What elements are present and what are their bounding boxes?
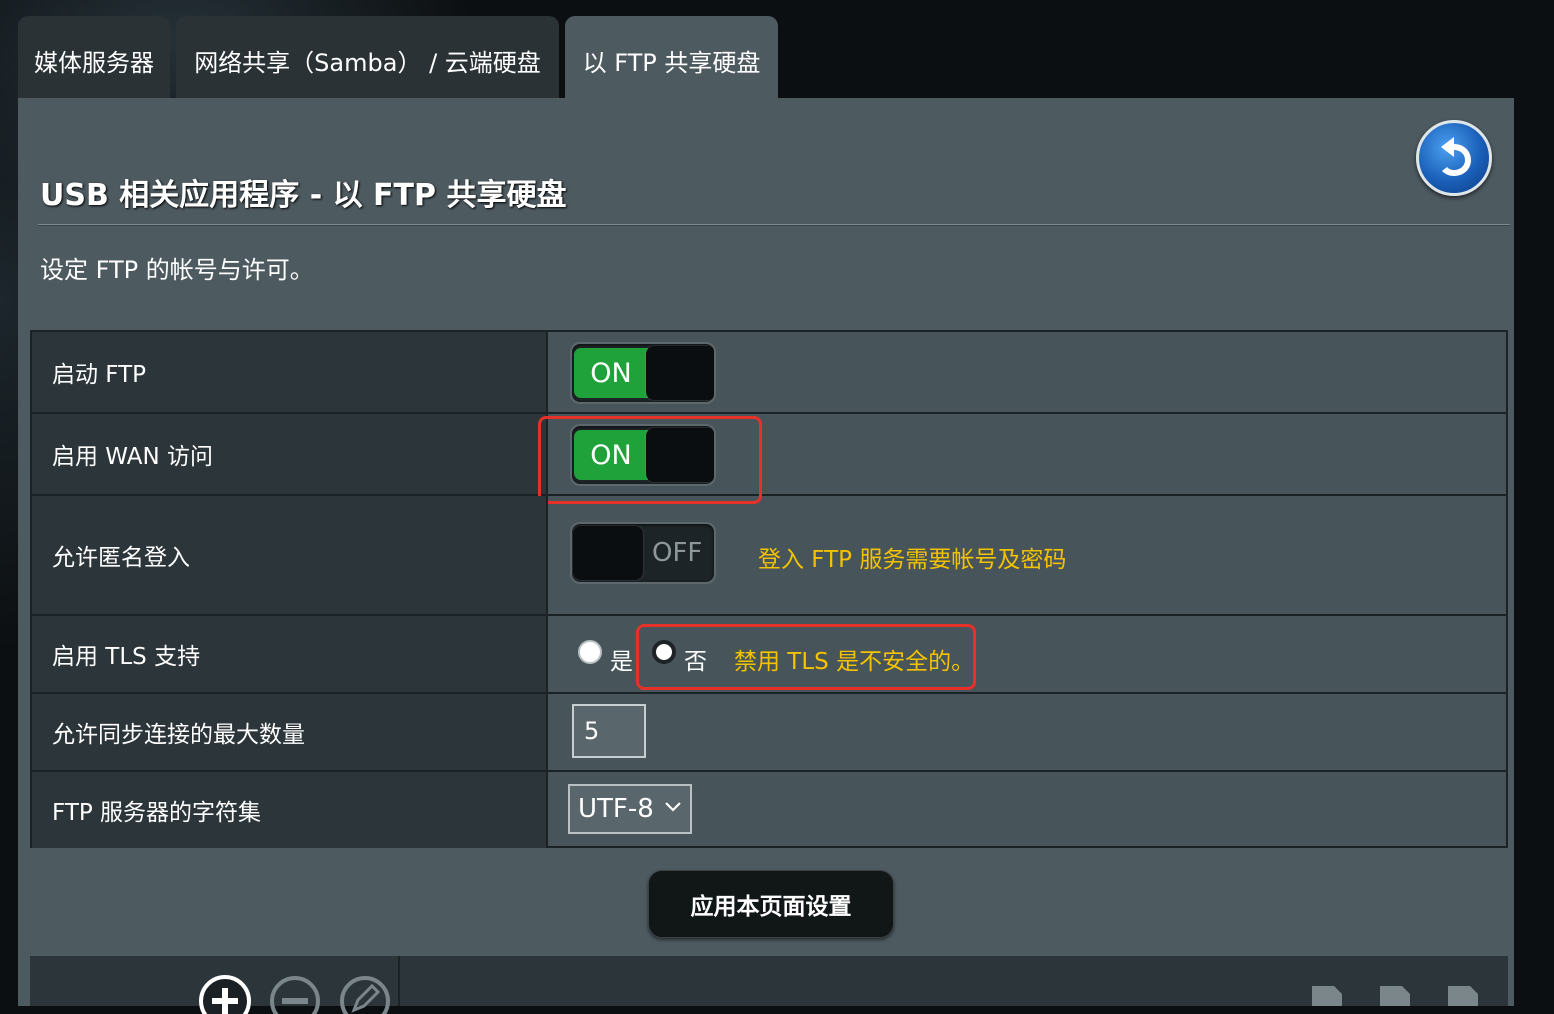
charset-select[interactable]: UTF-8 [568, 784, 692, 834]
switch-knob [573, 526, 643, 580]
enable-ftp-switch[interactable]: ON [570, 342, 716, 404]
max-connections-label: 允许同步连接的最大数量 [32, 694, 548, 770]
row-max-connections: 允许同步连接的最大数量 [32, 694, 1506, 772]
anonymous-login-switch[interactable]: OFF [570, 522, 716, 584]
enable-wan-value: ON [538, 414, 1506, 504]
title-divider [38, 224, 1510, 226]
row-tls-support: 启用 TLS 支持 是 否 禁用 TLS 是不安全的。 [32, 616, 1506, 694]
max-connections-value [548, 694, 1506, 770]
annotation-highlight-wan [538, 416, 762, 504]
toolbar-divider [398, 956, 400, 1006]
anonymous-login-hint: 登入 FTP 服务需要帐号及密码 [758, 547, 1067, 573]
switch-knob [646, 346, 714, 400]
enable-ftp-value: ON [548, 332, 1506, 412]
add-account-icon[interactable] [198, 974, 252, 1014]
tls-yes-label: 是 [610, 649, 633, 675]
charset-selected-value: UTF-8 [578, 794, 654, 824]
chevron-down-icon [665, 802, 681, 812]
tls-yes-radio[interactable] [578, 640, 602, 664]
account-toolbar [30, 956, 1508, 1014]
charset-value: UTF-8 [548, 772, 1506, 848]
annotation-highlight-tls [636, 624, 976, 690]
row-anonymous-login: 允许匿名登入 OFF 登入 FTP 服务需要帐号及密码 [32, 496, 1506, 616]
enable-wan-label: 启用 WAN 访问 [32, 414, 548, 494]
tab-samba-cloud-disk[interactable]: 网络共享（Samba） / 云端硬盘 [176, 16, 559, 98]
back-button[interactable] [1416, 120, 1492, 196]
row-enable-wan: 启用 WAN 访问 ON [32, 414, 1506, 504]
apply-settings-button[interactable]: 应用本页面设置 [648, 870, 894, 938]
tab-media-server[interactable]: 媒体服务器 [18, 16, 170, 98]
edit-folder-icon[interactable] [1444, 982, 1484, 1006]
row-charset: FTP 服务器的字符集 UTF-8 [32, 772, 1506, 848]
page-description: 设定 FTP 的帐号与许可。 [40, 256, 314, 284]
tls-support-label: 启用 TLS 支持 [32, 616, 548, 692]
charset-label: FTP 服务器的字符集 [32, 772, 548, 848]
page-title: USB 相关应用程序 - 以 FTP 共享硬盘 [40, 178, 567, 213]
anonymous-login-label: 允许匿名登入 [32, 496, 548, 614]
anonymous-login-value: OFF 登入 FTP 服务需要帐号及密码 [548, 496, 1506, 614]
enable-ftp-switch-text: ON [574, 348, 648, 398]
back-arrow-icon [1441, 137, 1471, 176]
row-enable-ftp: 启动 FTP ON [32, 332, 1506, 414]
tls-support-value: 是 否 禁用 TLS 是不安全的。 [548, 616, 1506, 692]
add-folder-icon[interactable] [1308, 982, 1348, 1006]
anonymous-login-switch-text: OFF [652, 538, 703, 568]
remove-account-icon[interactable] [268, 974, 322, 1014]
remove-folder-icon[interactable] [1376, 982, 1416, 1006]
enable-ftp-label: 启动 FTP [32, 332, 548, 412]
tab-ftp-share[interactable]: 以 FTP 共享硬盘 [565, 16, 778, 98]
edit-account-icon[interactable] [338, 974, 392, 1014]
max-connections-input[interactable] [572, 704, 646, 758]
main-panel: USB 相关应用程序 - 以 FTP 共享硬盘 设定 FTP 的帐号与许可。 启… [18, 98, 1514, 1014]
settings-table: 启动 FTP ON 启用 WAN 访问 ON 允许匿名登入 OFF 登入 FTP… [30, 330, 1508, 848]
